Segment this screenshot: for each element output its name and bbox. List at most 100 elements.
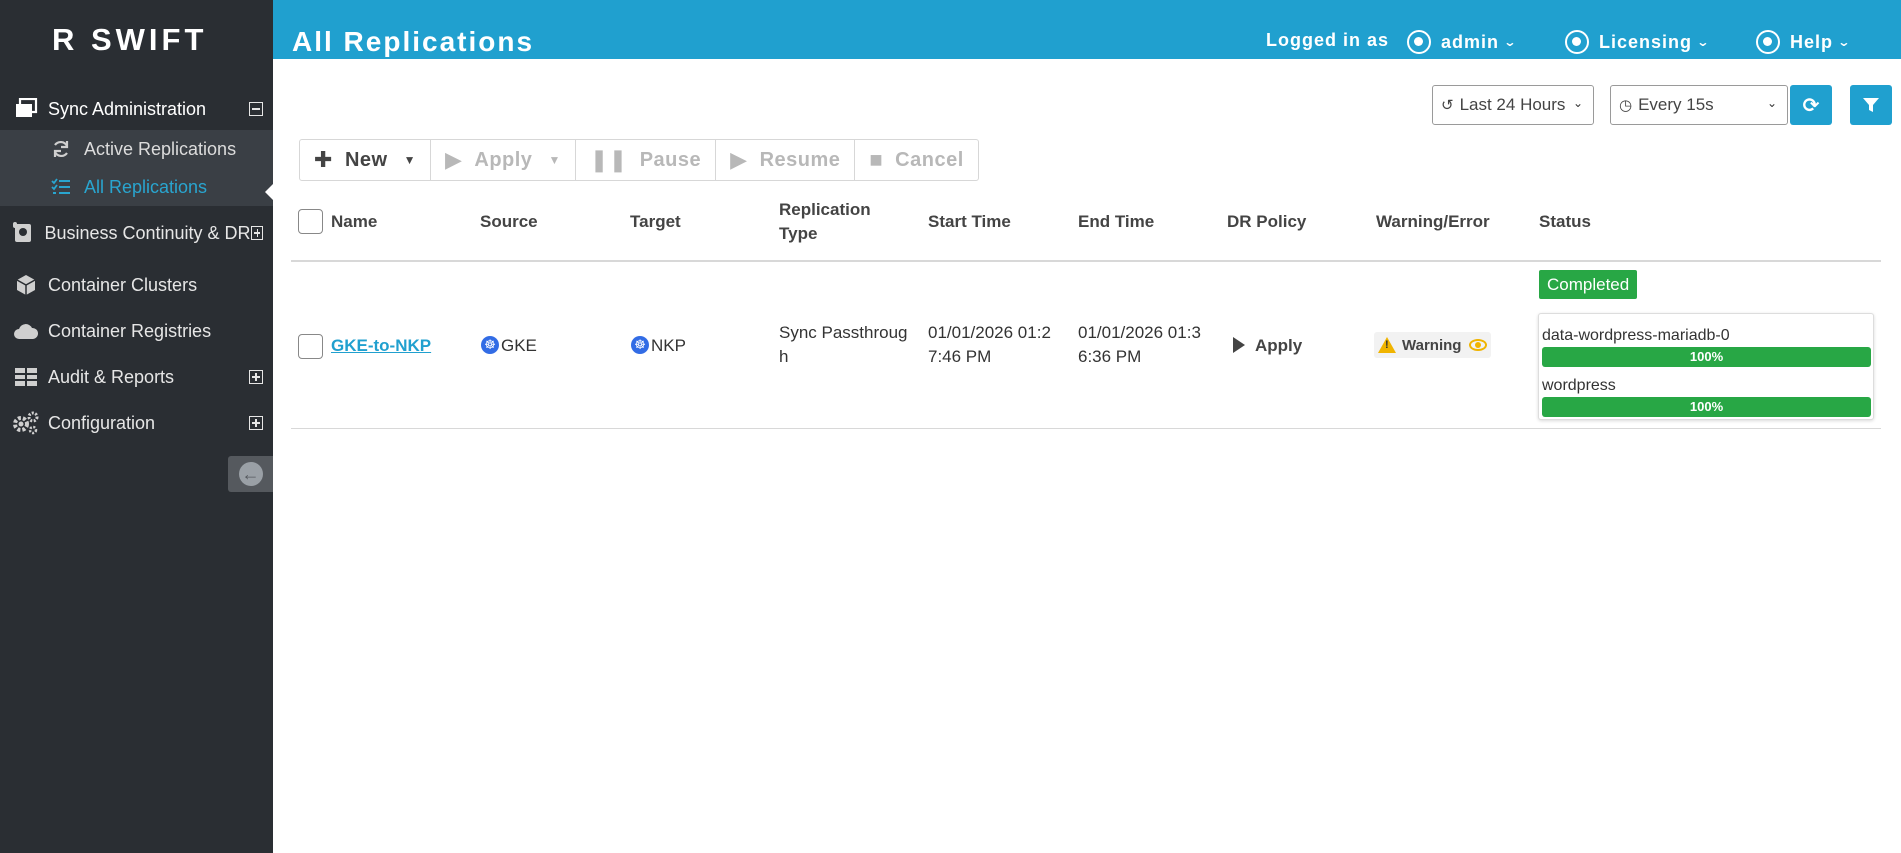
- license-icon: [1565, 30, 1589, 54]
- logo-text: R SWIFT: [52, 22, 208, 57]
- sidebar-item-configuration[interactable]: Configuration: [0, 406, 273, 440]
- chevron-down-icon: ⌄: [1696, 35, 1711, 49]
- logged-in-label: Logged in as: [1266, 30, 1389, 51]
- cancel-button[interactable]: ■ Cancel: [855, 140, 977, 180]
- column-header-target[interactable]: Target: [630, 210, 681, 234]
- active-pointer: [265, 184, 273, 200]
- collapse-sidebar-button[interactable]: ←: [228, 456, 273, 492]
- play-circle-icon: ▶︎: [730, 147, 748, 172]
- apply-label: Apply: [474, 148, 533, 171]
- expand-icon[interactable]: [250, 226, 263, 240]
- help-label: Help: [1790, 31, 1834, 52]
- stop-icon: ■: [869, 147, 884, 172]
- column-header-name[interactable]: Name: [331, 210, 377, 234]
- sidebar-item-label: Container Registries: [48, 320, 212, 341]
- new-label: New: [344, 148, 388, 171]
- page-title: All Replications: [292, 26, 535, 57]
- user-icon: [1407, 30, 1431, 54]
- sidebar-item-label: Sync Administration: [48, 98, 207, 119]
- row-divider: [291, 428, 1881, 429]
- sync-admin-icon: [12, 97, 40, 121]
- sidebar-item-container-registries[interactable]: Container Registries: [0, 314, 273, 348]
- column-header-start-time[interactable]: Start Time: [928, 210, 1011, 234]
- replication-name[interactable]: GKE-to-NKP: [331, 336, 431, 355]
- column-header-source[interactable]: Source: [480, 210, 538, 234]
- column-header-end-time[interactable]: End Time: [1078, 210, 1154, 234]
- filter-icon: [1863, 98, 1879, 112]
- history-icon: ↺: [1441, 97, 1454, 114]
- sidebar-item-audit-reports[interactable]: Audit & Reports: [0, 360, 273, 394]
- sidebar-item-label: Active Replications: [84, 138, 237, 159]
- eye-icon[interactable]: [1469, 339, 1488, 351]
- sidebar-item-business-continuity[interactable]: Business Continuity & DR: [0, 216, 273, 250]
- chevron-down-icon: ⌄: [1503, 35, 1518, 49]
- apply-button[interactable]: ▶ Apply ▼: [431, 140, 576, 180]
- warning-icon: [1378, 337, 1396, 353]
- start-time-line1: 01/01/2026 01:2: [928, 323, 1051, 342]
- table-icon: [12, 365, 40, 389]
- row-checkbox[interactable]: [298, 334, 323, 359]
- user-menu[interactable]: admin ⌄: [1407, 30, 1516, 54]
- volume-progress-bar: 100%: [1542, 397, 1871, 417]
- refresh-interval-value: Every 15s: [1638, 95, 1714, 114]
- column-header-dr-policy[interactable]: DR Policy: [1227, 210, 1306, 234]
- kubernetes-icon: ☸: [631, 336, 649, 354]
- gears-icon: [12, 411, 40, 435]
- sidebar-item-container-clusters[interactable]: Container Clusters: [0, 268, 273, 302]
- column-header-warning-error[interactable]: Warning/Error: [1376, 210, 1490, 234]
- cube-icon: [12, 273, 40, 297]
- volume-name: wordpress: [1542, 377, 1616, 394]
- sidebar-item-label: Container Clusters: [48, 274, 198, 295]
- resume-button[interactable]: ▶︎ Resume: [716, 140, 856, 180]
- help-menu[interactable]: Help ⌄: [1756, 30, 1850, 54]
- resume-label: Resume: [759, 148, 841, 171]
- sidebar-item-all-replications[interactable]: All Replications: [0, 168, 273, 206]
- refresh-button[interactable]: ⟳: [1790, 85, 1832, 125]
- warning-chip[interactable]: Warning: [1374, 332, 1492, 358]
- sidebar-item-label: Configuration: [48, 412, 156, 433]
- cancel-label: Cancel: [895, 148, 964, 171]
- pause-label: Pause: [639, 148, 702, 171]
- pause-button[interactable]: ❚❚ Pause: [576, 140, 717, 180]
- new-button[interactable]: ✚ New ▼: [300, 140, 431, 180]
- dr-policy-apply[interactable]: Apply: [1233, 334, 1302, 358]
- sidebar-item-label: All Replications: [84, 176, 208, 197]
- column-header-replication[interactable]: Replication: [779, 198, 871, 222]
- expand-icon[interactable]: [249, 370, 263, 384]
- sidebar: R SWIFT Sync Administration Active Repli…: [0, 0, 273, 853]
- time-range-select[interactable]: ↺ Last 24 Hours ⌄: [1432, 85, 1594, 125]
- plus-icon: ✚: [314, 147, 333, 172]
- play-icon: ▶: [444, 147, 463, 172]
- time-range-value: Last 24 Hours: [1459, 95, 1566, 114]
- select-all-checkbox[interactable]: [298, 209, 323, 234]
- kubernetes-icon: ☸: [481, 336, 499, 354]
- dr-policy-value: Apply: [1255, 336, 1303, 355]
- action-toolbar: ✚ New ▼ ▶ Apply ▼ ❚❚ Pause ▶︎ Resume ■ C…: [299, 139, 979, 181]
- play-icon: [1233, 337, 1245, 353]
- volume-name: data-wordpress-mariadb-0: [1542, 327, 1730, 344]
- licensing-menu[interactable]: Licensing ⌄: [1565, 30, 1709, 54]
- list-check-icon: [50, 178, 72, 196]
- collapse-icon[interactable]: [249, 102, 263, 116]
- sidebar-item-label: Business Continuity & DR: [44, 222, 251, 243]
- column-header-status[interactable]: Status: [1539, 210, 1591, 234]
- start-time-line2: 7:46 PM: [928, 347, 992, 366]
- sidebar-item-sync-administration[interactable]: Sync Administration: [0, 92, 273, 126]
- refresh-icon: ⟳: [1802, 94, 1820, 117]
- column-header-type[interactable]: Type: [779, 222, 817, 246]
- replication-type-line2: h: [779, 347, 789, 366]
- caret-down-icon: ▼: [548, 153, 561, 167]
- refresh-interval-select[interactable]: ◷ Every 15s ⌄: [1610, 85, 1788, 125]
- filter-button[interactable]: [1850, 85, 1892, 125]
- refresh-icon: [50, 139, 72, 159]
- expand-icon[interactable]: [249, 416, 263, 430]
- sidebar-item-active-replications[interactable]: Active Replications: [0, 130, 273, 168]
- pause-icon: ❚❚: [589, 147, 628, 172]
- source-value: GKE: [501, 336, 537, 355]
- licensing-label: Licensing: [1599, 31, 1693, 52]
- logo[interactable]: R SWIFT: [52, 22, 207, 58]
- user-name: admin: [1441, 31, 1500, 52]
- caret-down-icon: ▼: [403, 153, 416, 167]
- replication-name-link[interactable]: GKE-to-NKP: [331, 334, 431, 358]
- status-badge: Completed: [1539, 270, 1638, 299]
